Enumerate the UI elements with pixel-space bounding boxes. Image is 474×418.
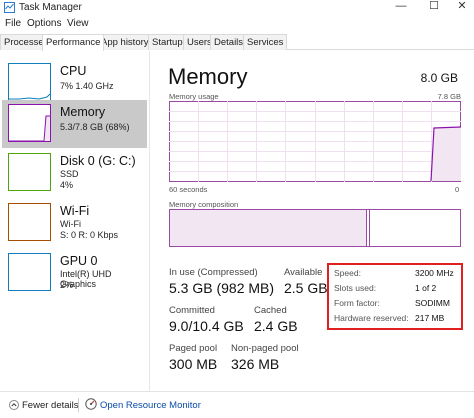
cpu-thumbnail-graph: [8, 63, 51, 101]
sidebar-item-wifi[interactable]: Wi-Fi Wi-Fi S: 0 R: 0 Kbps: [2, 199, 147, 247]
sidebar-item-label: Disk 0 (G: C:): [60, 154, 136, 168]
available-value: 2.5 GB: [284, 280, 328, 296]
footer-divider: [78, 398, 79, 412]
sidebar-item-detail: Wi-Fi: [60, 219, 81, 229]
memory-composition-bar: [169, 209, 461, 247]
resource-list: CPU 7% 1.40 GHz Memory 5.3/7.8 GB (68%) …: [0, 51, 150, 391]
wifi-thumbnail-graph: [8, 203, 51, 241]
hardware-specs-box: Speed: 3200 MHz Slots used: 1 of 2 Form …: [327, 263, 463, 330]
sidebar-item-detail: SSD: [60, 169, 79, 179]
in-use-label: In use (Compressed): [169, 267, 258, 278]
usage-max-label: 7.8 GB: [437, 92, 461, 101]
gpu-thumbnail-graph: [8, 253, 51, 291]
sidebar-item-gpu[interactable]: GPU 0 Intel(R) UHD Graphics 2%: [2, 249, 147, 297]
sidebar-item-label: Wi-Fi: [60, 204, 90, 218]
form-factor-label: Form factor:: [334, 298, 380, 308]
available-label: Available: [284, 267, 323, 278]
composition-divider: [369, 210, 370, 246]
chevron-up-icon[interactable]: [9, 400, 19, 410]
sidebar-item-detail: 5.3/7.8 GB (68%): [60, 122, 130, 132]
task-manager-icon: [4, 2, 15, 13]
sidebar-item-label: CPU: [60, 64, 87, 78]
menu-file[interactable]: File: [5, 18, 21, 29]
fewer-details-button[interactable]: Fewer details: [22, 400, 79, 411]
footer: Fewer details Open Resource Monitor: [0, 391, 474, 418]
memory-thumbnail-graph: [8, 104, 51, 142]
cached-value: 2.4 GB: [254, 318, 298, 334]
maximize-button[interactable]: ☐: [419, 0, 449, 14]
menu-bar: File Options View: [0, 16, 474, 33]
open-resource-monitor-link[interactable]: Open Resource Monitor: [100, 400, 201, 411]
resource-monitor-icon[interactable]: [85, 398, 97, 410]
close-button[interactable]: ✕: [447, 0, 474, 14]
sidebar-item-memory[interactable]: Memory 5.3/7.8 GB (68%): [2, 100, 147, 148]
composition-label: Memory composition: [169, 200, 239, 209]
hardware-reserved-value: 217 MB: [415, 313, 445, 323]
memory-usage-graph: [169, 101, 461, 182]
sidebar-item-label: GPU 0: [60, 254, 98, 268]
sidebar-item-detail: S: 0 R: 0 Kbps: [60, 230, 119, 240]
time-axis-right: 0: [455, 185, 460, 194]
nonpaged-pool-value: 326 MB: [231, 356, 280, 372]
sidebar-item-label: Memory: [60, 105, 106, 119]
tab-bar: Processes Performance App history Startu…: [0, 34, 474, 51]
window-title: Task Manager: [19, 2, 82, 13]
speed-value: 3200 MHz: [415, 268, 454, 278]
tab-details[interactable]: Details: [210, 34, 248, 50]
paged-pool-label: Paged pool: [169, 343, 218, 354]
time-axis-left: 60 seconds: [169, 185, 208, 194]
slots-label: Slots used:: [334, 283, 377, 293]
sidebar-item-detail: 2%: [60, 280, 74, 290]
tab-performance[interactable]: Performance: [42, 34, 105, 51]
tab-services[interactable]: Services: [243, 34, 288, 50]
slots-value: 1 of 2: [415, 283, 437, 293]
tab-app-history[interactable]: App history: [97, 34, 153, 50]
page-title: Memory: [168, 64, 248, 89]
in-use-value: 5.3 GB (982 MB): [169, 280, 275, 296]
speed-label: Speed:: [334, 268, 361, 278]
hardware-reserved-label: Hardware reserved:: [334, 313, 409, 323]
usage-label: Memory usage: [169, 92, 219, 101]
disk-thumbnail-graph: [8, 153, 51, 191]
minimize-button[interactable]: —: [386, 0, 416, 14]
menu-view[interactable]: View: [67, 18, 89, 29]
sidebar-item-disk[interactable]: Disk 0 (G: C:) SSD 4%: [2, 149, 147, 197]
nonpaged-pool-label: Non-paged pool: [231, 343, 299, 354]
composition-in-use-segment: [170, 210, 367, 246]
committed-label: Committed: [169, 305, 215, 316]
memory-total: 8.0 GB: [420, 71, 458, 85]
sidebar-item-detail: 4%: [60, 180, 74, 190]
committed-value: 9.0/10.4 GB: [169, 318, 244, 334]
form-factor-value: SODIMM: [415, 298, 450, 308]
tab-startup[interactable]: Startup: [148, 34, 187, 50]
sidebar-item-detail: Intel(R) UHD Graphics: [60, 269, 112, 289]
menu-options[interactable]: Options: [27, 18, 61, 29]
paged-pool-value: 300 MB: [169, 356, 218, 372]
title-bar: Task Manager — ☐ ✕: [0, 0, 474, 16]
sidebar-item-detail: 7% 1.40 GHz: [60, 81, 114, 91]
cached-label: Cached: [254, 305, 287, 316]
